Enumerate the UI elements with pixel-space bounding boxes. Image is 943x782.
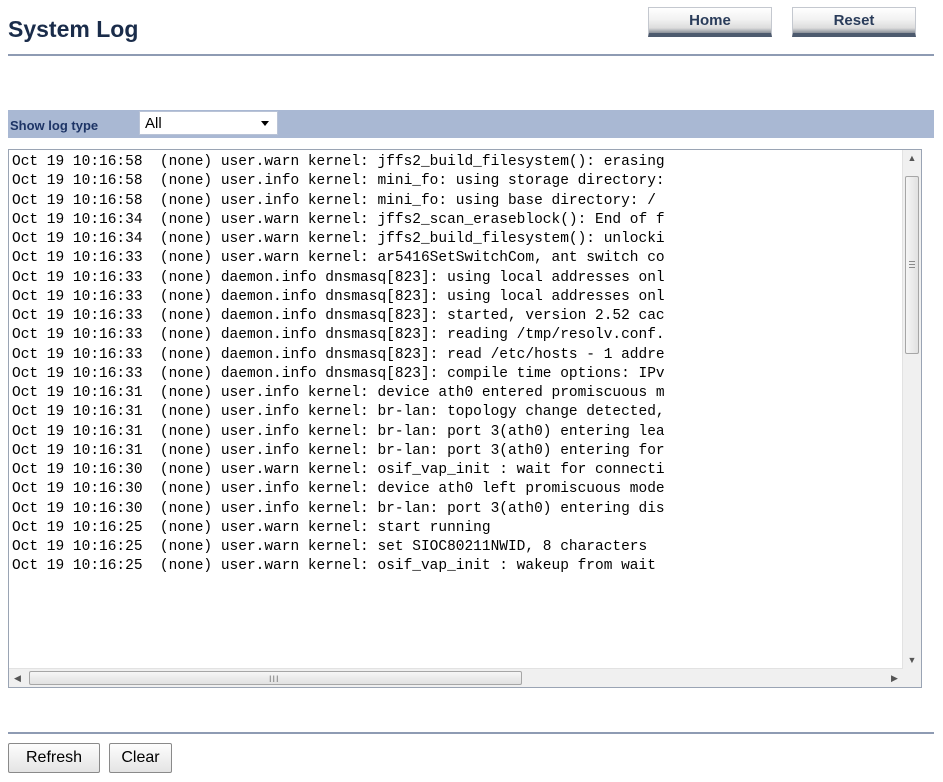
log-type-label: Show log type — [10, 118, 99, 133]
home-button[interactable]: Home — [648, 7, 772, 37]
scroll-up-arrow-icon[interactable]: ▲ — [903, 150, 921, 167]
log-line: Oct 19 10:16:25 (none) user.warn kernel:… — [12, 539, 648, 555]
log-line: Oct 19 10:16:30 (none) user.info kernel:… — [12, 500, 665, 517]
horizontal-scroll-thumb[interactable]: III — [29, 671, 522, 685]
log-line: Oct 19 10:16:33 (none) daemon.info dnsma… — [12, 327, 665, 344]
chevron-down-icon — [261, 121, 269, 126]
log-line: Oct 19 10:16:34 (none) user.warn kernel:… — [12, 211, 665, 228]
log-line: Oct 19 10:16:58 (none) user.info kernel:… — [12, 192, 656, 209]
log-line: Oct 19 10:16:30 (none) user.info kernel:… — [12, 481, 665, 498]
log-line: Oct 19 10:16:33 (none) daemon.info dnsma… — [12, 269, 665, 286]
log-type-select[interactable]: All — [139, 111, 278, 135]
log-line: Oct 19 10:16:31 (none) user.info kernel:… — [12, 404, 665, 421]
log-type-selected-value: All — [145, 115, 162, 132]
scrollbar-corner — [903, 669, 921, 687]
horizontal-grip: III — [269, 674, 280, 684]
log-line: Oct 19 10:16:33 (none) daemon.info dnsma… — [12, 308, 665, 324]
vertical-scrollbar[interactable]: ▲ ▼ — [902, 150, 921, 669]
footer-divider — [8, 732, 934, 734]
horizontal-scrollbar[interactable]: ◀ III ▶ — [9, 668, 903, 687]
log-line: Oct 19 10:16:33 (none) daemon.info dnsma… — [12, 346, 665, 363]
log-type-bar: Show log type All — [8, 110, 934, 138]
log-line: Oct 19 10:16:31 (none) user.info kernel:… — [12, 423, 665, 440]
refresh-button[interactable]: Refresh — [8, 743, 100, 773]
log-lines: Oct 19 10:16:58 (none) user.warn kernel:… — [12, 153, 899, 668]
clear-button[interactable]: Clear — [109, 743, 172, 773]
grip-line — [909, 261, 915, 262]
grip-line — [909, 267, 915, 268]
log-line: Oct 19 10:16:58 (none) user.info kernel:… — [12, 173, 665, 190]
scroll-right-arrow-icon[interactable]: ▶ — [886, 669, 903, 687]
log-line: Oct 19 10:16:33 (none) daemon.info dnsma… — [12, 288, 665, 305]
vertical-scroll-thumb[interactable] — [905, 176, 919, 354]
log-textarea[interactable]: Oct 19 10:16:58 (none) user.warn kernel:… — [8, 149, 922, 688]
reset-button[interactable]: Reset — [792, 7, 916, 37]
log-line: Oct 19 10:16:58 (none) user.warn kernel:… — [12, 154, 665, 170]
log-line: Oct 19 10:16:33 (none) user.warn kernel:… — [12, 250, 665, 267]
scroll-down-arrow-icon[interactable]: ▼ — [903, 652, 921, 669]
log-line: Oct 19 10:16:25 (none) user.warn kernel:… — [12, 558, 656, 575]
log-line: Oct 19 10:16:31 (none) user.info kernel:… — [12, 442, 665, 459]
page-title: System Log — [8, 16, 139, 42]
log-line: Oct 19 10:16:30 (none) user.warn kernel:… — [12, 462, 665, 478]
grip-line — [909, 264, 915, 265]
header-divider — [8, 54, 934, 56]
log-line: Oct 19 10:16:25 (none) user.warn kernel:… — [12, 519, 491, 536]
log-line: Oct 19 10:16:34 (none) user.warn kernel:… — [12, 231, 665, 247]
log-line: Oct 19 10:16:31 (none) user.info kernel:… — [12, 385, 665, 401]
scroll-left-arrow-icon[interactable]: ◀ — [9, 669, 26, 687]
log-line: Oct 19 10:16:33 (none) daemon.info dnsma… — [12, 365, 665, 382]
